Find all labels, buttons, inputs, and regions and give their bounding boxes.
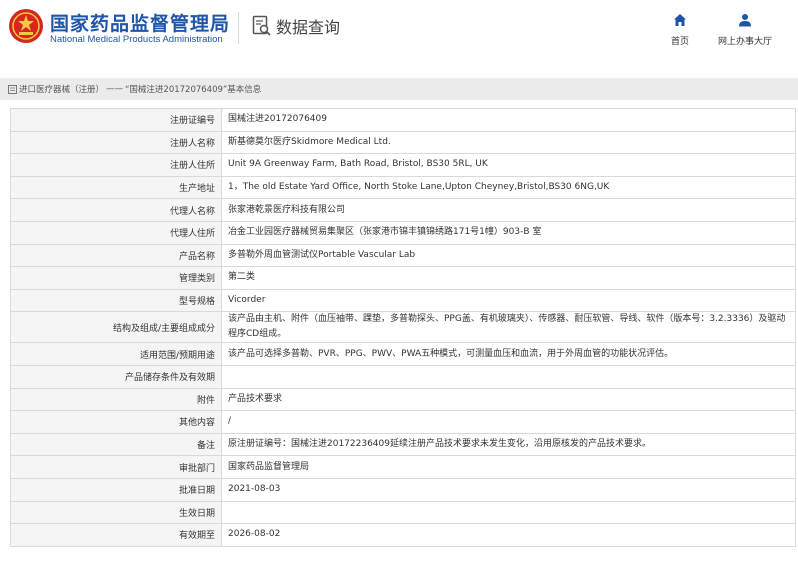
row-label: 生效日期 <box>10 500 222 525</box>
row-value: 斯基德莫尔医疗Skidmore Medical Ltd. <box>221 130 796 155</box>
header-divider <box>238 12 239 44</box>
table-row: 生产地址 1，The old Estate Yard Office, North … <box>10 175 796 200</box>
row-value: 多普勒外周血管测试仪Portable Vascular Lab <box>221 243 796 268</box>
row-value: 2021-08-03 <box>221 477 796 502</box>
nav-hall-label: 网上办事大厅 <box>717 37 772 47</box>
table-row: 管理类别 第二类 <box>10 266 796 290</box>
row-label: 产品名称 <box>10 243 222 268</box>
row-value: 1，The old Estate Yard Office, North Stok… <box>221 175 796 200</box>
table-row: 注册人名称 斯基德莫尔医疗Skidmore Medical Ltd. <box>10 130 796 155</box>
row-value: 第二类 <box>221 266 796 290</box>
breadcrumb-root-link[interactable]: 进口医疗器械（注册） <box>19 83 104 95</box>
table-row: 结构及组成/主要组成成分 该产品由主机、附件（血压袖带、踝垫，多普勒探头、PPG盖… <box>10 311 796 344</box>
table-row: 生效日期 <box>10 500 796 525</box>
nav-home-label: 首页 <box>670 37 689 47</box>
row-label: 代理人名称 <box>10 198 222 222</box>
breadcrumb-icon <box>8 84 17 94</box>
table-row: 产品储存条件及有效期 <box>10 364 796 389</box>
row-value: 产品技术要求 <box>221 387 796 412</box>
row-label: 有效期至 <box>10 523 222 547</box>
brand-name-cn[interactable]: 国家药品监督管理局 <box>50 9 230 36</box>
table-row: 备注 原注册证编号：国械注进20172236409延续注册产品技术要求未发生变化，… <box>10 432 796 457</box>
row-value: 国械注进20172076409 <box>221 108 796 132</box>
row-label: 代理人住所 <box>10 220 222 245</box>
national-emblem-icon[interactable] <box>8 8 44 44</box>
table-row: 附件 产品技术要求 <box>10 387 796 412</box>
row-label: 注册人住所 <box>10 153 222 177</box>
row-label: 其他内容 <box>10 410 222 434</box>
row-value <box>221 364 796 389</box>
data-query-title: 数据查询 <box>276 18 341 37</box>
row-value <box>221 500 796 525</box>
breadcrumb: 进口医疗器械（注册） —— “国械注进20172076409”基本信息 <box>0 78 798 100</box>
detail-table: 注册证编号 国械注进20172076409 注册人名称 斯基德莫尔医疗Skidmore… <box>10 108 796 547</box>
row-label: 适用范围/预期用途 <box>10 342 222 366</box>
row-value: 冶金工业园医疗器械贸易集聚区（张家港市锦丰镇锦绣路171号1幢）903-B 室 <box>221 220 796 245</box>
nav-home[interactable]: 首页 <box>664 12 696 47</box>
row-value: 国家药品监督管理局 <box>221 455 796 479</box>
table-row: 注册证编号 国械注进20172076409 <box>10 108 796 132</box>
row-label: 型号规格 <box>10 288 222 313</box>
row-value: 2026-08-02 <box>221 523 796 547</box>
row-label: 注册人名称 <box>10 130 222 155</box>
home-icon <box>674 14 686 26</box>
table-row: 有效期至 2026-08-02 <box>10 523 796 547</box>
table-row: 适用范围/预期用途 该产品可选择多普勒、PVR、PPG、PWV、PWA五种模式，可… <box>10 342 796 366</box>
table-row: 其他内容 / <box>10 410 796 434</box>
table-row: 审批部门 国家药品监督管理局 <box>10 455 796 479</box>
brand-name-en: National Medical Products Administration <box>50 34 223 45</box>
row-value: Vicorder <box>221 288 796 313</box>
row-value: 该产品可选择多普勒、PVR、PPG、PWV、PWA五种模式，可测量血压和血流，用… <box>221 342 796 366</box>
row-label: 审批部门 <box>10 455 222 479</box>
row-value: 原注册证编号：国械注进20172236409延续注册产品技术要求未发生变化，沿用… <box>221 432 796 457</box>
nav-online-service-hall[interactable]: 网上办事大厅 <box>712 12 778 47</box>
detail-table-body: 注册证编号 国械注进20172076409 注册人名称 斯基德莫尔医疗Skidmore… <box>10 108 796 547</box>
row-label: 管理类别 <box>10 266 222 290</box>
user-icon <box>739 14 751 27</box>
table-row: 产品名称 多普勒外周血管测试仪Portable Vascular Lab <box>10 243 796 268</box>
row-value: 该产品由主机、附件（血压袖带、踝垫，多普勒探头、PPG盖、有机玻璃夹）、传感器、… <box>221 311 796 344</box>
row-label: 附件 <box>10 387 222 412</box>
row-label: 生产地址 <box>10 175 222 200</box>
header-gap <box>0 62 798 78</box>
row-value: / <box>221 410 796 434</box>
row-label: 结构及组成/主要组成成分 <box>10 311 222 344</box>
document-search-icon <box>252 15 271 36</box>
row-label: 产品储存条件及有效期 <box>10 364 222 389</box>
data-query-section: 数据查询 <box>252 14 340 38</box>
table-row: 批准日期 2021-08-03 <box>10 477 796 502</box>
table-row: 注册人住所 Unit 9A Greenway Farm, Bath Road, B… <box>10 153 796 177</box>
site-header: 国家药品监督管理局 National Medical Products Admi… <box>0 0 798 62</box>
row-label: 批准日期 <box>10 477 222 502</box>
table-row: 代理人名称 张家港乾景医疗科技有限公司 <box>10 198 796 222</box>
detail-table-container: 注册证编号 国械注进20172076409 注册人名称 斯基德莫尔医疗Skidmore… <box>0 100 798 547</box>
table-row: 代理人住所 冶金工业园医疗器械贸易集聚区（张家港市锦丰镇锦绣路171号1幢）903… <box>10 220 796 245</box>
row-label: 备注 <box>10 432 222 457</box>
breadcrumb-separator: —— <box>106 84 124 94</box>
row-label: 注册证编号 <box>10 108 222 132</box>
breadcrumb-current: “国械注进20172076409”基本信息 <box>125 85 262 95</box>
row-value: 张家港乾景医疗科技有限公司 <box>221 198 796 222</box>
row-value: Unit 9A Greenway Farm, Bath Road, Bristo… <box>221 153 796 177</box>
table-row: 型号规格 Vicorder <box>10 288 796 313</box>
